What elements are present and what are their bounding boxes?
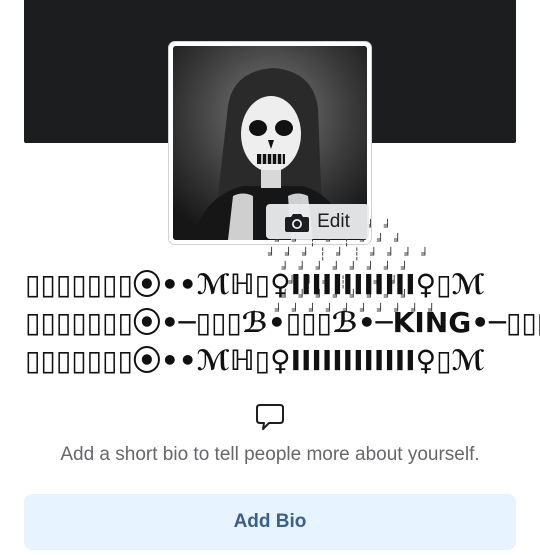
profile-name: ▯▯▯▯▯▯▯⦿••ℳℍ▯♀ⅠⅠⅠⅠⅠⅠⅠⅠⅠⅠⅠⅠ♀▯ℳ ▯▯▯▯▯▯▯⦿•─… [25,266,540,380]
edit-profile-picture-button[interactable]: Edit [266,204,369,239]
profile-name-line-3: ▯▯▯▯▯▯▯⦿••ℳℍ▯♀ⅠⅠⅠⅠⅠⅠⅠⅠⅠⅠⅠⅠ♀▯ℳ [25,344,485,377]
bio-prompt-text: Add a short bio to tell people more abou… [60,444,480,465]
edit-label: Edit [317,210,350,232]
add-bio-button[interactable]: Add Bio [24,494,516,550]
profile-name-line-1: ▯▯▯▯▯▯▯⦿••ℳℍ▯♀ⅠⅠⅠⅠⅠⅠⅠⅠⅠⅠⅠⅠ♀▯ℳ [25,268,485,301]
add-bio-label: Add Bio [233,511,307,532]
speech-bubble-icon [256,404,284,430]
profile-name-line-2: ▯▯▯▯▯▯▯⦿•─▯▯▯ℬ•▯▯▯ℬ•─KING•─▯▯▯ℬ• [25,306,540,339]
camera-icon [285,213,310,232]
